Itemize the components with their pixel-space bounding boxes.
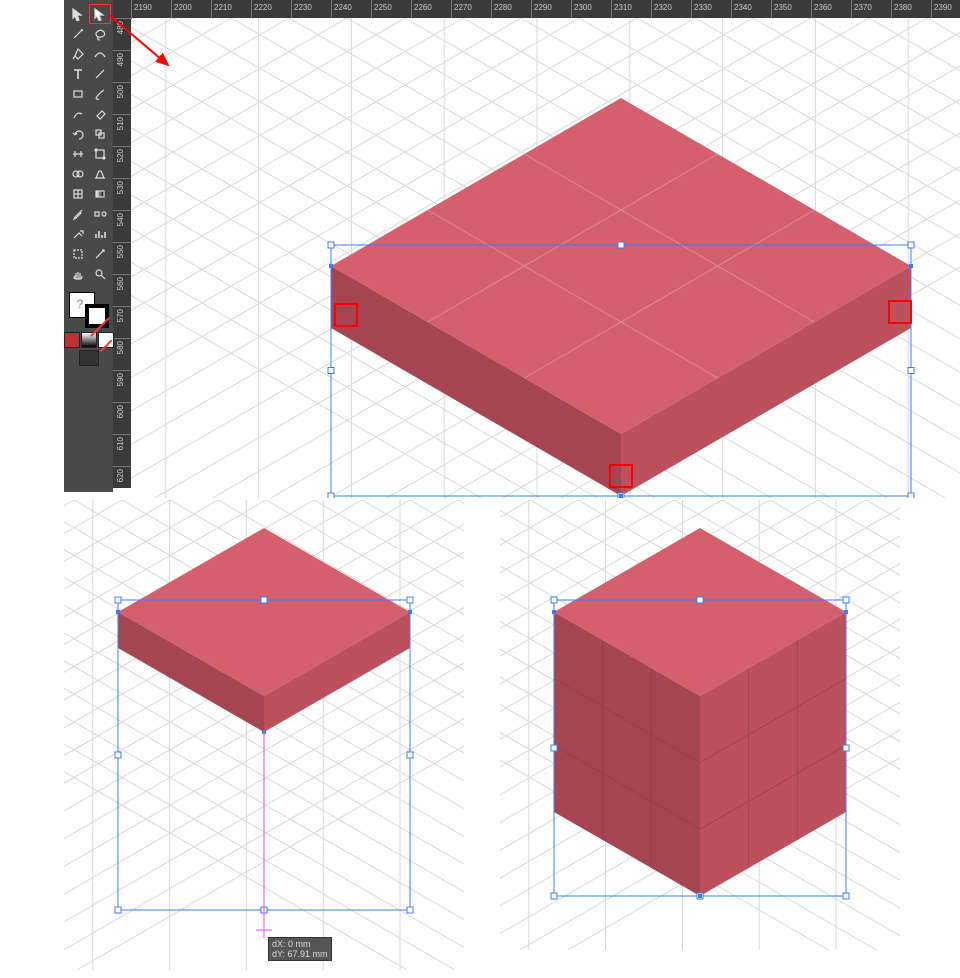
direct-selection-tool[interactable] — [89, 4, 111, 24]
anchor-point[interactable] — [552, 610, 556, 614]
artboard-step-2[interactable] — [500, 500, 900, 950]
slice-tool[interactable] — [89, 244, 111, 264]
transform-handle[interactable] — [115, 907, 121, 913]
transform-handle[interactable] — [407, 752, 413, 758]
curvature-tool[interactable] — [89, 44, 111, 64]
transform-handle[interactable] — [115, 752, 121, 758]
gradient-chip[interactable] — [81, 332, 97, 348]
anchor-point[interactable] — [844, 610, 848, 614]
transform-handle[interactable] — [407, 597, 413, 603]
transform-handle[interactable] — [908, 493, 914, 498]
type-tool[interactable] — [67, 64, 89, 84]
rectangle-tool[interactable] — [67, 84, 89, 104]
transform-handle[interactable] — [551, 893, 557, 899]
anchor-point[interactable] — [408, 610, 412, 614]
shape-builder-tool[interactable] — [67, 164, 89, 184]
transform-handle[interactable] — [328, 493, 334, 498]
transform-handle[interactable] — [843, 893, 849, 899]
paintbrush-tool[interactable] — [89, 84, 111, 104]
artboard-step-1[interactable] — [64, 500, 464, 970]
anchor-point[interactable] — [116, 610, 120, 614]
magic-wand-tool[interactable] — [67, 24, 89, 44]
transform-handle[interactable] — [551, 745, 557, 751]
color-mode-row — [64, 332, 114, 348]
transform-handle[interactable] — [115, 597, 121, 603]
anchor-point[interactable] — [909, 264, 913, 268]
artboard-main[interactable] — [131, 18, 960, 498]
line-segment-tool[interactable] — [89, 64, 111, 84]
perspective-grid-tool[interactable] — [89, 164, 111, 184]
smart-guide-measurement: dX: 0 mm dY: 67.91 mm — [268, 937, 332, 961]
fill-stroke-swatch[interactable] — [67, 290, 111, 330]
ruler-vertical[interactable]: 4804905005105205305405505605705805906006… — [113, 18, 131, 488]
transform-handle[interactable] — [328, 242, 334, 248]
symbol-sprayer-tool[interactable] — [67, 224, 89, 244]
tools-panel — [64, 0, 113, 492]
hand-tool[interactable] — [67, 264, 89, 284]
blend-tool[interactable] — [89, 204, 111, 224]
artboard-tool[interactable] — [67, 244, 89, 264]
transform-handle[interactable] — [697, 597, 703, 603]
width-tool[interactable] — [67, 144, 89, 164]
transform-handle[interactable] — [551, 597, 557, 603]
anchor-point[interactable] — [329, 264, 333, 268]
transform-handle[interactable] — [843, 597, 849, 603]
ruler-horizontal[interactable]: 2190220022102220223022402250226022702280… — [113, 0, 960, 18]
transform-handle[interactable] — [618, 242, 624, 248]
slab-top-face[interactable] — [331, 98, 911, 434]
transform-handle[interactable] — [843, 745, 849, 751]
free-transform-tool[interactable] — [89, 144, 111, 164]
transform-handle[interactable] — [908, 368, 914, 374]
transform-handle[interactable] — [908, 242, 914, 248]
zoom-tool[interactable] — [89, 264, 111, 284]
draw-mode-chip[interactable] — [79, 350, 99, 366]
none-chip[interactable] — [98, 332, 114, 348]
rotate-tool[interactable] — [67, 124, 89, 144]
anchor-point[interactable] — [619, 494, 623, 498]
eraser-tool[interactable] — [89, 104, 111, 124]
shaper-tool[interactable] — [67, 104, 89, 124]
transform-handle[interactable] — [407, 907, 413, 913]
lasso-tool[interactable] — [89, 24, 111, 44]
transform-handle[interactable] — [328, 368, 334, 374]
last-color-chip[interactable] — [64, 332, 80, 348]
stroke-swatch[interactable] — [85, 304, 109, 328]
column-graph-tool[interactable] — [89, 224, 111, 244]
mesh-tool[interactable] — [67, 184, 89, 204]
pen-tool[interactable] — [67, 44, 89, 64]
gradient-tool[interactable] — [89, 184, 111, 204]
eyedropper-tool[interactable] — [67, 204, 89, 224]
anchor-point[interactable] — [698, 894, 702, 898]
transform-handle[interactable] — [261, 597, 267, 603]
scale-tool[interactable] — [89, 124, 111, 144]
selection-tool[interactable] — [67, 4, 89, 24]
